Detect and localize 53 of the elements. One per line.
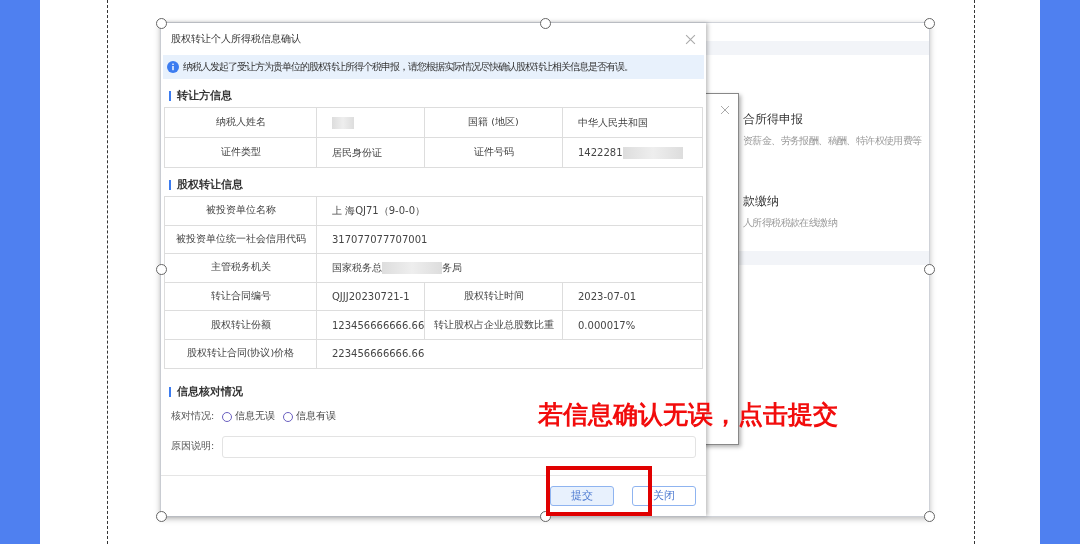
field-value: 223456666666.66 xyxy=(332,348,425,360)
field-label: 主管税务机关 xyxy=(210,261,271,275)
radio-option[interactable]: 信息无误 xyxy=(222,410,276,424)
submit-button[interactable]: 提交 xyxy=(550,486,614,506)
field-label: 股权转让份额 xyxy=(210,318,271,332)
selection-handle[interactable] xyxy=(156,511,167,522)
field-label: 被投资单位统一社会信用代码 xyxy=(175,232,306,246)
field-value: 务局 xyxy=(442,261,462,275)
selection-handle[interactable] xyxy=(156,18,167,29)
section-heading: 信息核对情况 xyxy=(177,384,243,399)
redacted-patch xyxy=(382,262,442,274)
field-value: 1422281 xyxy=(578,147,623,158)
field-value: 国家税务总 xyxy=(332,261,382,275)
field-label: 股权转让合同(协议)价格 xyxy=(186,347,295,361)
close-button[interactable]: 关闭 xyxy=(632,486,696,506)
dialog-title: 股权转让个人所得税信息确认 xyxy=(171,32,301,46)
field-label: 纳税人姓名 xyxy=(215,116,266,129)
selection-handle[interactable] xyxy=(924,511,935,522)
field-label: 转让合同编号 xyxy=(210,290,271,304)
menu-description: 人所得税税款在线缴纳 xyxy=(743,216,837,230)
notice-text: 纳税人发起了受让方为贵单位的股权转让所得个税申报，请您根据实际情况尽快确认股权转让相关信息是否有误。 xyxy=(183,60,633,74)
info-icon xyxy=(167,61,179,73)
field-label: 原因说明: xyxy=(171,440,215,454)
selection-handle[interactable] xyxy=(540,18,551,29)
field-label: 核对情况: xyxy=(171,410,215,424)
redacted-patch xyxy=(622,146,683,159)
selection-handle[interactable] xyxy=(924,264,935,275)
field-label: 被投资单位名称 xyxy=(205,204,276,218)
radio-option[interactable]: 信息有误 xyxy=(283,410,337,424)
field-label: 证件类型 xyxy=(220,146,261,159)
selection-handle[interactable] xyxy=(924,18,935,29)
field-label: 股权转让时间 xyxy=(463,290,524,304)
field-value: 0.000017% xyxy=(578,319,636,331)
field-label: 国籍 (地区) xyxy=(468,116,519,129)
menu-title: 合所得申报 xyxy=(743,111,804,128)
menu-title: 款缴纳 xyxy=(743,193,780,210)
field-label: 转让股权占企业总股数比重 xyxy=(433,318,554,332)
field-value: 上 海QJ71（9-0-0） xyxy=(332,203,426,218)
reason-input[interactable] xyxy=(222,435,696,458)
field-value: 居民身份证 xyxy=(332,145,382,160)
field-value: 123456666666.66 xyxy=(332,319,425,331)
field-label: 证件号码 xyxy=(473,146,514,159)
selection-handle[interactable] xyxy=(156,264,167,275)
redacted-patch xyxy=(332,116,354,129)
annotation-text: 若信息确认无误，点击提交 xyxy=(538,399,838,431)
field-value: 中华人民共和国 xyxy=(578,115,648,130)
section-heading: 股权转让信息 xyxy=(177,178,243,192)
field-value: 2023-07-01 xyxy=(578,291,637,303)
menu-description: 资薪金、劳务报酬、稿酬、特许权使用费等 xyxy=(743,134,922,148)
selection-handle[interactable] xyxy=(540,511,551,522)
field-value: QJJJ20230721-1 xyxy=(332,291,410,303)
section-heading: 转让方信息 xyxy=(177,89,232,103)
field-value: 317077077707001 xyxy=(332,233,428,245)
